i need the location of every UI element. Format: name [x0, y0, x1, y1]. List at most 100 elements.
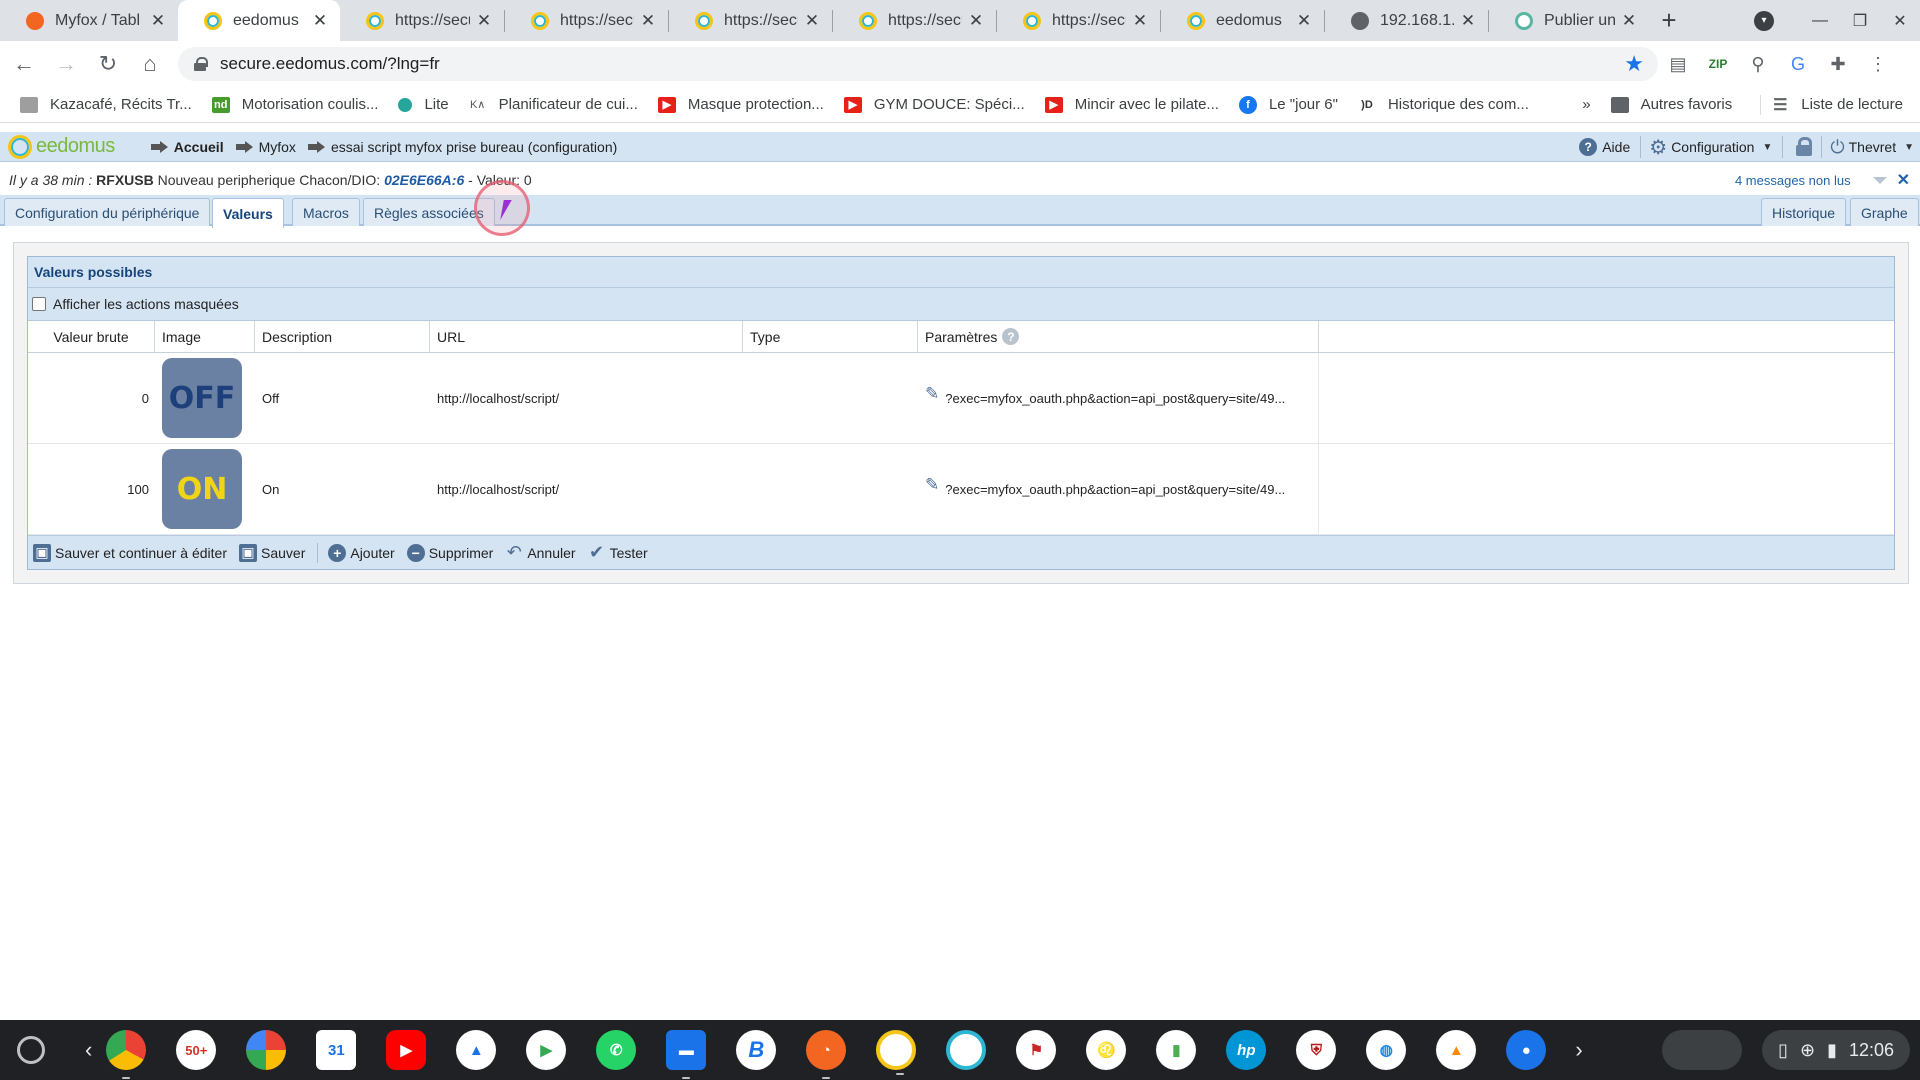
restore-icon[interactable]: ❐: [1840, 11, 1880, 31]
tab-search-icon[interactable]: ▾: [1754, 10, 1774, 31]
back-icon[interactable]: ←: [6, 46, 42, 82]
translate-icon[interactable]: G: [1778, 46, 1818, 82]
flag-app-icon[interactable]: ⚑: [1016, 1030, 1057, 1070]
col-type[interactable]: Type: [743, 321, 918, 352]
forward-icon[interactable]: →: [48, 46, 84, 82]
zip-extension-icon[interactable]: ZIP: [1698, 46, 1738, 82]
play-store-icon[interactable]: ▶: [526, 1030, 567, 1070]
tab-graphe[interactable]: Graphe: [1850, 198, 1919, 226]
delete-button[interactable]: − Supprimer: [406, 543, 493, 562]
col-description[interactable]: Description: [255, 321, 430, 352]
col-url[interactable]: URL: [430, 321, 743, 352]
new-tab-icon[interactable]: +: [1649, 0, 1689, 41]
browser-tab-secure-4[interactable]: https://secu ✕: [833, 0, 996, 41]
pencil-icon[interactable]: ✎: [925, 475, 939, 495]
col-parametres[interactable]: Paramètres ?: [918, 321, 1319, 352]
breadcrumb-current[interactable]: essai script myfox prise bureau (configu…: [307, 139, 617, 155]
close-icon[interactable]: ✕: [476, 11, 492, 31]
browser-tab-publier[interactable]: Publier un n ✕: [1489, 0, 1649, 41]
hp-icon[interactable]: hp: [1226, 1030, 1267, 1070]
minimize-icon[interactable]: —: [1800, 12, 1840, 30]
expand-messages-icon[interactable]: [1872, 176, 1887, 184]
show-hidden-checkbox[interactable]: [32, 297, 46, 311]
tote-icon[interactable]: [1662, 1030, 1743, 1070]
eedomus-app-icon[interactable]: [876, 1030, 917, 1075]
close-icon[interactable]: ✕: [1460, 11, 1476, 31]
col-valeur-brute[interactable]: Valeur brute: [28, 321, 155, 352]
bookmark-item[interactable]: Lite: [398, 96, 449, 113]
bookmark-item[interactable]: f Le "jour 6": [1238, 95, 1338, 114]
whatsapp-icon[interactable]: ✆: [596, 1030, 637, 1070]
extensions-puzzle-icon[interactable]: ✚: [1818, 46, 1858, 82]
photos-icon[interactable]: [246, 1030, 287, 1070]
close-icon[interactable]: ✕: [1897, 170, 1910, 190]
reload-icon[interactable]: ↻: [90, 46, 126, 82]
bookmark-item[interactable]: Kazacafé, Récits Tr...: [20, 96, 192, 113]
bookmark-item[interactable]: )D Historique des com...: [1358, 96, 1529, 113]
tab-macros[interactable]: Macros: [292, 198, 360, 226]
configuration-menu[interactable]: ⚙ Configuration ▼: [1649, 135, 1772, 160]
gmail-icon[interactable]: 50+: [176, 1030, 217, 1070]
bouygues-icon[interactable]: ◍: [1366, 1030, 1407, 1070]
tab-historique[interactable]: Historique: [1761, 198, 1847, 226]
breadcrumb-accueil[interactable]: Accueil: [150, 139, 224, 155]
chevron-right-icon[interactable]: ›: [1575, 1037, 1582, 1063]
close-icon[interactable]: ✕: [640, 11, 656, 31]
lock-icon[interactable]: [194, 57, 208, 71]
unread-messages-link[interactable]: 4 messages non lus: [1735, 173, 1851, 188]
account-icon[interactable]: ●: [1506, 1030, 1547, 1070]
vlc-icon[interactable]: ▲: [1436, 1030, 1477, 1070]
test-button[interactable]: ✔ Tester: [588, 542, 648, 562]
b-app-icon[interactable]: B: [736, 1030, 777, 1070]
on-image[interactable]: ON: [162, 449, 242, 529]
myfox-icon[interactable]: ◔: [806, 1030, 847, 1079]
menu-kebab-icon[interactable]: ⋮: [1858, 46, 1898, 82]
close-icon[interactable]: ✕: [150, 11, 166, 31]
search-extension-icon[interactable]: ⚲: [1738, 46, 1778, 82]
drive-icon[interactable]: ▲: [456, 1030, 497, 1070]
table-row[interactable]: 0 OFF Off http://localhost/script/ ✎ ?ex…: [28, 353, 1894, 444]
show-hidden-actions[interactable]: Afficher les actions masquées: [28, 288, 1894, 321]
lion-app-icon[interactable]: ♌: [1086, 1030, 1127, 1070]
cancel-button[interactable]: ↶ Annuler: [505, 542, 576, 562]
save-button[interactable]: ▣ Sauver: [239, 543, 305, 562]
reading-list-button[interactable]: ☰ Liste de lecture: [1771, 96, 1903, 114]
browser-tab-secure-2[interactable]: https://secu ✕: [505, 0, 668, 41]
shield-app-icon[interactable]: ⛨: [1296, 1030, 1337, 1070]
browser-tab-eedomus-2[interactable]: eedomus ✕: [1161, 0, 1324, 41]
browser-tab-secure-5[interactable]: https://secu ✕: [997, 0, 1160, 41]
bookmark-item[interactable]: nd Motorisation coulis...: [211, 96, 378, 113]
browser-tab-eedomus[interactable]: eedomus ✕: [178, 0, 340, 41]
browser-tab-secure-3[interactable]: https://secu ✕: [669, 0, 832, 41]
close-icon[interactable]: ✕: [1621, 11, 1637, 31]
browser-tab-secure-1[interactable]: https://secu ✕: [340, 0, 504, 41]
deezer-icon[interactable]: ▮: [1156, 1030, 1197, 1070]
other-bookmarks-folder[interactable]: Autres favoris: [1610, 96, 1732, 113]
add-button[interactable]: + Ajouter: [328, 543, 395, 562]
col-image[interactable]: Image: [155, 321, 255, 352]
url-text[interactable]: secure.eedomus.com/?lng=fr: [220, 54, 1624, 74]
table-row[interactable]: 100 ON On http://localhost/script/ ✎ ?ex…: [28, 444, 1894, 535]
tab-valeurs[interactable]: Valeurs: [212, 198, 284, 228]
help-button[interactable]: ? Aide: [1579, 138, 1630, 156]
browser-tab-myfox[interactable]: Myfox / Tabl ✕: [0, 0, 178, 41]
close-icon[interactable]: ✕: [968, 11, 984, 31]
bookmark-item[interactable]: ▶ Mincir avec le pilate...: [1044, 96, 1219, 113]
tab-configuration[interactable]: Configuration du périphérique: [4, 198, 211, 226]
bookmark-item[interactable]: ▶ GYM DOUCE: Spéci...: [843, 96, 1025, 113]
close-icon[interactable]: ✕: [1132, 11, 1148, 31]
pencil-icon[interactable]: ✎: [925, 384, 939, 404]
message-device-id[interactable]: 02E6E66A:6: [384, 172, 464, 188]
user-menu[interactable]: ⏻ Thevret ▼: [1830, 137, 1914, 158]
system-tray[interactable]: ▯ ⊕ ▮ 12:06: [1762, 1030, 1910, 1070]
close-window-icon[interactable]: ✕: [1880, 11, 1920, 31]
more-bookmarks-button[interactable]: »: [1582, 96, 1590, 113]
bookmark-item[interactable]: K∧ Planificateur de cui...: [469, 96, 638, 113]
home-icon[interactable]: ⌂: [132, 46, 168, 82]
close-icon[interactable]: ✕: [1296, 11, 1312, 31]
address-bar[interactable]: secure.eedomus.com/?lng=fr ★: [178, 47, 1658, 81]
youtube-icon[interactable]: ▶: [386, 1030, 427, 1070]
chevron-left-icon[interactable]: ‹: [85, 1037, 92, 1063]
off-image[interactable]: OFF: [162, 358, 242, 438]
files-icon[interactable]: ▬: [666, 1030, 707, 1079]
